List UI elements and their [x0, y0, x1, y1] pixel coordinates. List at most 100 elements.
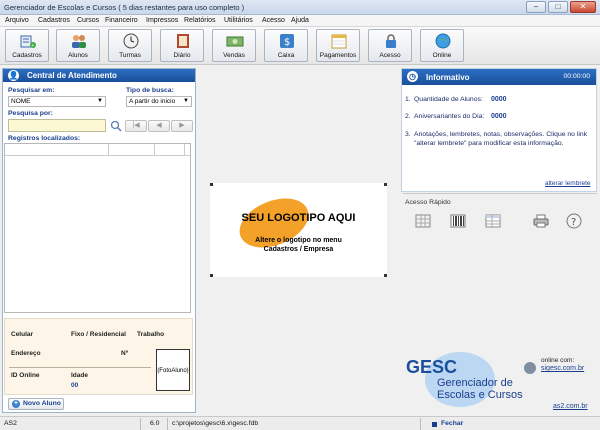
toolbar-acesso-button[interactable]: Acesso	[368, 29, 412, 62]
corner-mark	[210, 183, 213, 186]
menu-impressos[interactable]: Impressos	[146, 17, 178, 24]
menu-financeiro[interactable]: Financeiro	[105, 17, 138, 24]
close-window-button[interactable]: ✕	[570, 1, 596, 13]
logo-placeholder[interactable]: SEU LOGOTIPO AQUI Altere o logotipo no m…	[210, 183, 387, 277]
prev-record-button[interactable]: ◀	[148, 120, 170, 132]
divider	[140, 418, 141, 430]
toolbar-alunos-button[interactable]: Alunos	[56, 29, 100, 62]
online-label: online com:	[541, 357, 575, 364]
students-count-label: Quantidade de Alunos:	[414, 96, 483, 103]
svg-text:?: ?	[571, 217, 576, 228]
chevron-down-icon: ▼	[183, 98, 189, 104]
title-bar: Gerenciador de Escolas e Cursos ( 5 dias…	[0, 0, 600, 15]
celular-label: Celular	[11, 331, 34, 338]
search-icon[interactable]	[110, 120, 122, 132]
close-app-button[interactable]: Fechar	[441, 420, 463, 427]
toolbar-vendas-button[interactable]: Vendas	[212, 29, 256, 62]
id-online-label: ID Online	[11, 372, 40, 379]
records-label: Registros localizados:	[8, 135, 81, 142]
toolbar-label: Alunos	[68, 52, 88, 59]
central-header: 👤 Central de Atendimento	[3, 69, 195, 82]
students-count-value: 0000	[491, 96, 507, 103]
alter-reminder-link[interactable]: alterar lembrete	[545, 180, 591, 187]
search-type-value: A partir do inicio	[129, 98, 176, 105]
numero-label: Nº	[121, 350, 129, 357]
menu-relatorios[interactable]: Relatórios	[184, 17, 216, 24]
first-record-button[interactable]: |◀	[125, 120, 147, 132]
birthdays-value: 0000	[491, 113, 507, 120]
money-icon	[226, 36, 244, 47]
window-title: Gerenciador de Escolas e Cursos ( 5 dias…	[4, 3, 245, 12]
menu-utilitarios[interactable]: Utilitários	[224, 17, 253, 24]
clock-readout: 00:00:00	[563, 73, 590, 80]
toolbar-pagamentos-button[interactable]: Pagamentos	[316, 29, 360, 62]
menu-bar: Arquivo Cadastros Cursos Financeiro Impr…	[0, 15, 600, 27]
divider	[420, 418, 421, 430]
online-url-link[interactable]: sigesc.com.br	[541, 365, 584, 372]
records-grid[interactable]	[4, 143, 191, 313]
birthdays-label: Aniversariantes do Dia:	[414, 113, 485, 120]
student-info-area: Celular Fixo / Residencial Trabalho Ende…	[4, 318, 193, 395]
help-icon[interactable]: ?	[566, 213, 582, 229]
search-in-select[interactable]: NOME ▼	[8, 96, 106, 107]
central-title: Central de Atendimento	[27, 71, 117, 80]
idade-label: Idade	[71, 372, 88, 379]
toolbar-label: Turmas	[119, 52, 141, 59]
user-icon: 👤	[8, 70, 19, 81]
next-record-button[interactable]: ▶	[171, 120, 193, 132]
new-student-button[interactable]: + Novo Aluno	[8, 398, 64, 410]
toolbar-label: Acesso	[379, 52, 401, 59]
item-number: 2.	[405, 113, 411, 120]
brand-name: GESC	[406, 357, 458, 377]
toolbar-cadastros-button[interactable]: + Cadastros	[5, 29, 49, 62]
logo-line1: Altere o logotipo no menu	[255, 237, 342, 244]
lock-icon	[386, 34, 396, 48]
corner-mark	[210, 274, 213, 277]
toolbar-diario-button[interactable]: Diário	[160, 29, 204, 62]
item-number: 3.	[405, 131, 411, 138]
toolbar-label: Caixa	[277, 52, 295, 59]
informativo-panel: ◷ Informativo 00:00:00	[401, 68, 597, 192]
status-bar: AS2 6.0 c:\projetos\gesc\6.x\gesc.fdb Fe…	[0, 416, 600, 430]
corner-mark	[384, 183, 387, 186]
toolbar-label: Diário	[173, 52, 191, 59]
barcode-icon[interactable]	[450, 213, 466, 229]
toolbar-caixa-button[interactable]: $ Caixa	[264, 29, 308, 62]
status-db-path: c:\projetos\gesc\6.x\gesc.fdb	[172, 420, 259, 427]
toolbar: + Cadastros Alunos Turmas Diário Vendas …	[0, 27, 600, 65]
toolbar-turmas-button[interactable]: Turmas	[108, 29, 152, 62]
menu-acesso[interactable]: Acesso	[262, 17, 285, 24]
corner-mark	[384, 274, 387, 277]
menu-ajuda[interactable]: Ajuda	[291, 17, 309, 24]
printer-icon[interactable]	[533, 213, 549, 229]
informativo-header: ◷ Informativo 00:00:00	[402, 69, 596, 85]
search-input[interactable]	[8, 119, 106, 132]
toolbar-online-button[interactable]: Online	[420, 29, 464, 62]
informativo-title: Informativo	[426, 73, 470, 82]
online-icon	[524, 362, 536, 374]
new-student-label: Novo Aluno	[23, 400, 61, 407]
menu-cursos[interactable]: Cursos	[77, 17, 99, 24]
search-type-select[interactable]: A partir do inicio ▼	[126, 96, 192, 107]
student-photo[interactable]: (FotoAluno)	[156, 349, 190, 391]
search-in-value: NOME	[11, 98, 31, 105]
close-icon	[432, 422, 437, 427]
globe-icon	[435, 33, 451, 49]
calendar-icon	[331, 34, 347, 49]
brand-line1: Gerenciador de	[437, 377, 513, 389]
logo-line2: Cadastros / Empresa	[263, 246, 334, 253]
minimize-button[interactable]: –	[526, 1, 546, 13]
menu-cadastros[interactable]: Cadastros	[38, 17, 70, 24]
table-icon[interactable]	[485, 213, 501, 229]
status-version: 6.0	[150, 420, 160, 427]
grid-col	[155, 144, 185, 156]
logo-main-text: SEU LOGOTIPO AQUI	[241, 212, 356, 224]
divider	[403, 193, 597, 194]
dollar-icon: $	[280, 34, 294, 48]
grid-icon[interactable]	[415, 213, 431, 229]
item-number: 1.	[405, 96, 411, 103]
site-link[interactable]: as2.com.br	[553, 403, 588, 410]
maximize-button[interactable]: □	[548, 1, 568, 13]
divider	[9, 367, 151, 368]
menu-arquivo[interactable]: Arquivo	[5, 17, 29, 24]
